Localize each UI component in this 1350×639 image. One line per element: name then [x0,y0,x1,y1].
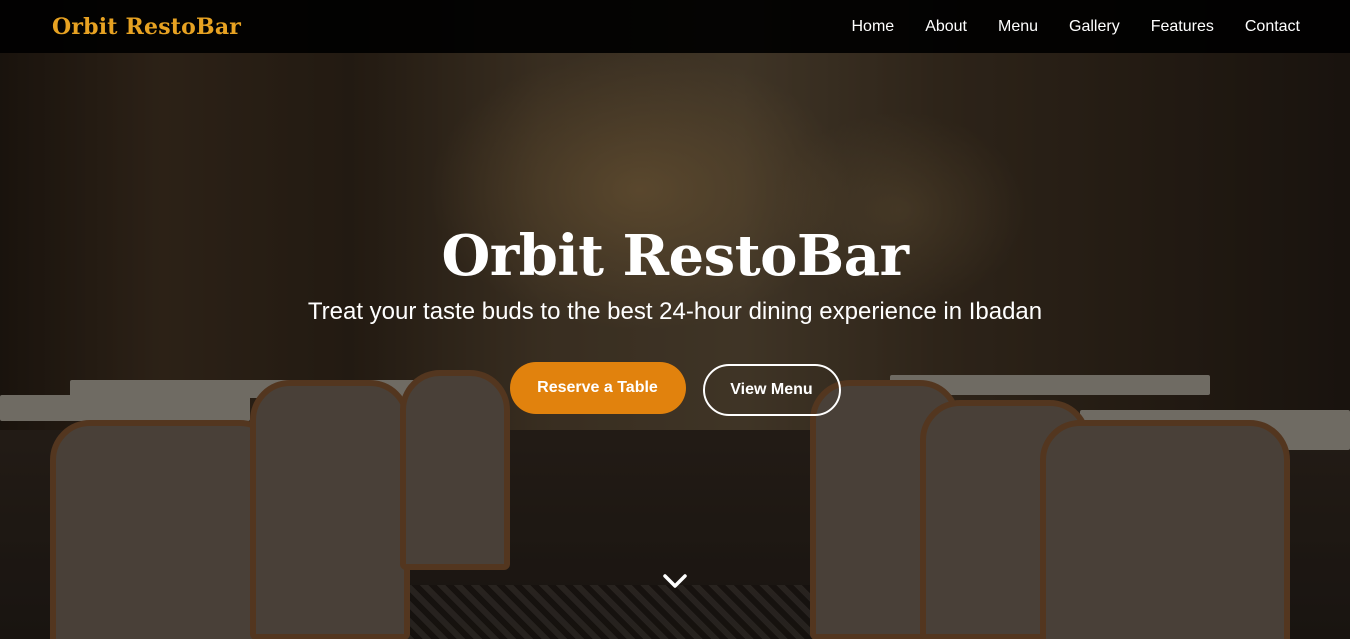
brand-logo[interactable]: Orbit RestoBar [52,14,241,40]
nav-item-menu[interactable]: Menu [998,18,1038,36]
nav-item-features[interactable]: Features [1151,18,1214,36]
navbar: Orbit RestoBar Home About Menu Gallery F… [0,0,1350,53]
hero-title: Orbit RestoBar [441,223,909,289]
nav-item-contact[interactable]: Contact [1245,18,1300,36]
view-menu-button[interactable]: View Menu [702,364,841,416]
hero-content: Orbit RestoBar Treat your taste buds to … [0,218,1350,416]
hero-buttons: Reserve a Table View Menu [0,362,1350,416]
main-nav: Home About Menu Gallery Features Contact [821,18,1301,36]
chevron-down-icon[interactable] [662,570,688,592]
nav-item-home[interactable]: Home [852,18,895,36]
hero-subtitle: Treat your taste buds to the best 24-hou… [307,298,1043,325]
nav-item-about[interactable]: About [925,18,967,36]
nav-item-gallery[interactable]: Gallery [1069,18,1120,36]
reserve-table-button[interactable]: Reserve a Table [509,362,686,414]
